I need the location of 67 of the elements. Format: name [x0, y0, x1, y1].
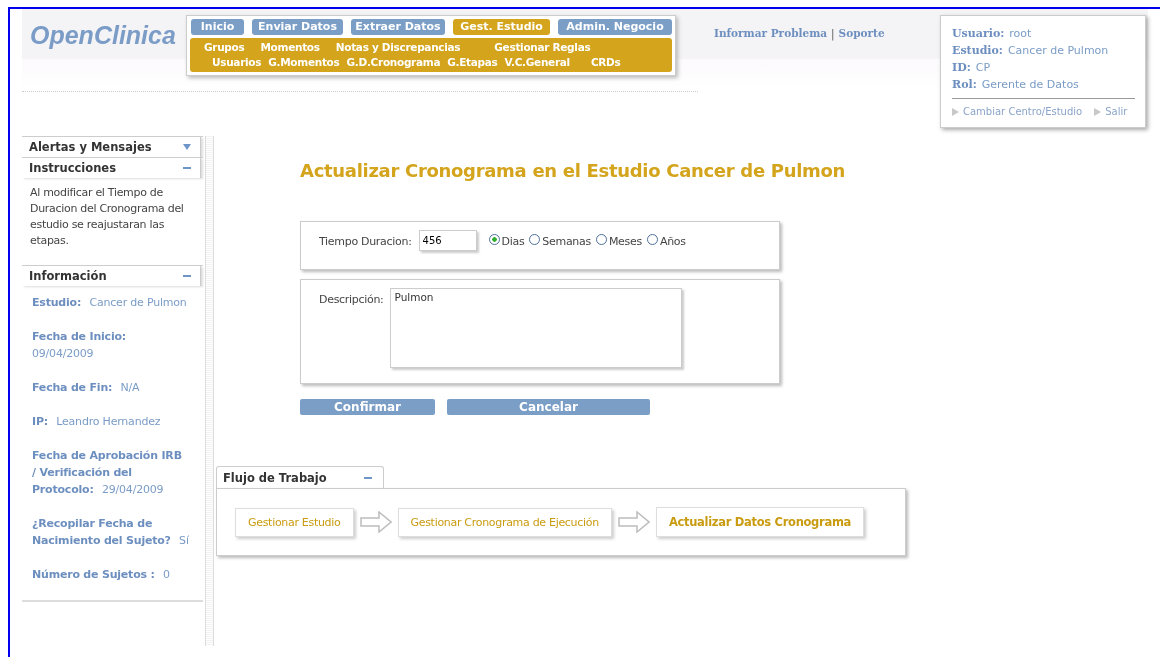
nav-tab[interactable]: Inicio: [191, 19, 244, 35]
panel-title: Flujo de Trabajo: [223, 471, 327, 485]
field-label: ID:: [952, 61, 971, 74]
submenu-link[interactable]: CRDs: [590, 55, 621, 70]
nav-tab[interactable]: Admin. Negocio: [558, 19, 672, 35]
submenu-link[interactable]: V.C.General: [504, 55, 570, 70]
instructions-text: Al modificar el Tiempo de Duracion del Cronograma del estudio se reajustaran las etapas.: [29, 185, 185, 249]
radio-button[interactable]: [646, 234, 658, 245]
info-text: Fecha de Fin: N/A: [32, 380, 141, 396]
field-label: Estudio:: [952, 44, 1003, 57]
expand-icon[interactable]: [182, 143, 192, 151]
nav-tab[interactable]: Extraer Datos: [351, 19, 445, 35]
header-link[interactable]: Informar Problema: [714, 27, 828, 39]
field-value: root: [1009, 27, 1032, 40]
user-link[interactable]: Salir: [1105, 106, 1128, 117]
action-button[interactable]: Confirmar: [300, 399, 435, 415]
submenu-link[interactable]: G.Momentos: [268, 55, 340, 70]
arrow-icon: [617, 511, 650, 533]
submenu-link[interactable]: Momentos: [260, 40, 320, 55]
user-link[interactable]: Cambiar Centro/Estudio: [963, 106, 1083, 117]
radio-label: Años: [659, 235, 686, 248]
field-value: Gerente de Datos: [981, 78, 1079, 91]
action-button[interactable]: Cancelar: [447, 399, 650, 415]
radio-label: Dias: [501, 235, 525, 248]
nav-tab[interactable]: Enviar Datos: [252, 19, 343, 35]
submenu-link[interactable]: Gestionar Reglas: [494, 40, 591, 55]
radio-button[interactable]: [488, 234, 500, 245]
panel-title: Información: [29, 269, 107, 283]
info-text: ¿Recopilar Fecha de Nacimiento del Sujeto? Sí: [32, 516, 189, 549]
field-label: Descripción:: [319, 293, 384, 306]
field-value: Cancer de Pulmon: [1007, 44, 1109, 57]
triangle-icon: [1094, 107, 1102, 116]
info-text: Fecha de Inicio: 09/04/2009: [32, 329, 128, 362]
page-title: Actualizar Cronograma en el Estudio Cancer de Pulmon: [300, 160, 847, 181]
duration-field[interactable]: 456: [418, 230, 477, 251]
field-value: CP: [975, 61, 991, 74]
info-text: IP: Leandro Hernandez: [32, 414, 162, 430]
header-link[interactable]: Soporte: [838, 27, 885, 39]
info-text: Estudio: Cancer de Pulmon: [32, 295, 188, 311]
arrow-icon: [359, 511, 392, 533]
radio-button[interactable]: [529, 234, 541, 245]
collapse-icon[interactable]: [363, 474, 373, 482]
logo[interactable]: OpenClinica: [30, 21, 176, 50]
workflow-step[interactable]: Gestionar Cronograma de Ejecución: [397, 507, 612, 537]
separator: |: [831, 27, 835, 39]
description-field[interactable]: Pulmon: [389, 288, 682, 368]
submenu-link[interactable]: G.D.Cronograma: [346, 55, 441, 70]
radio-label: Meses: [608, 235, 642, 248]
info-text: Fecha de Aprobación IRB / Verificación del Protocolo: 29/04/2009: [32, 448, 183, 498]
panel-title: Alertas y Mensajes: [29, 140, 152, 154]
submenu-link[interactable]: Usuarios: [212, 55, 262, 70]
submenu-link[interactable]: Notas y Discrepancias: [335, 40, 461, 55]
submenu-link[interactable]: Grupos: [204, 40, 245, 55]
panel-title: Instrucciones: [29, 161, 116, 175]
field-label: Tiempo Duracion:: [319, 235, 412, 248]
collapse-icon[interactable]: [182, 272, 192, 280]
workflow-step[interactable]: Gestionar Estudio: [235, 507, 354, 537]
submenu-link[interactable]: G.Etapas: [447, 55, 498, 70]
workflow-step: Actualizar Datos Cronograma: [655, 507, 865, 537]
info-text: Número de Sujetos : 0: [32, 567, 171, 583]
collapse-icon[interactable]: [182, 164, 192, 172]
field-label: Rol:: [952, 78, 977, 91]
radio-label: Semanas: [542, 235, 591, 248]
nav-tab[interactable]: Gest. Estudio: [453, 19, 550, 35]
triangle-icon: [952, 107, 959, 116]
radio-button[interactable]: [595, 234, 607, 245]
field-label: Usuario:: [952, 27, 1005, 40]
